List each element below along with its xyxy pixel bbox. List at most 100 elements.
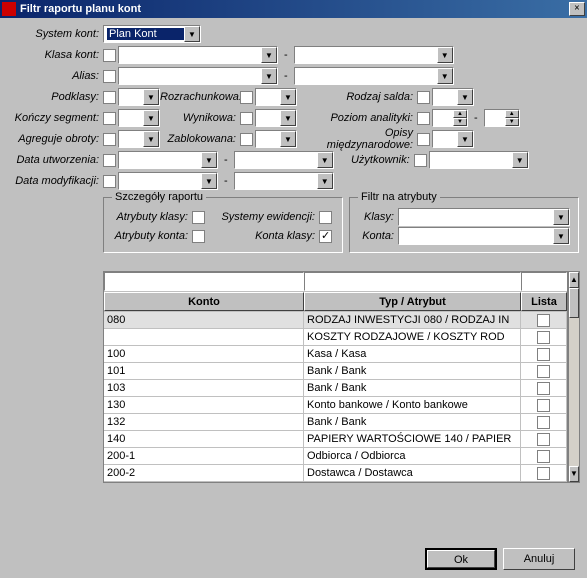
table-row[interactable]: 130Konto bankowe / Konto bankowe xyxy=(104,397,567,414)
chevron-down-icon[interactable] xyxy=(317,152,333,168)
klasa-kont-check[interactable] xyxy=(103,49,116,62)
table-row[interactable]: 100Kasa / Kasa xyxy=(104,346,567,363)
table-row[interactable]: 200-1Odbiorca / Odbiorca xyxy=(104,448,567,465)
atrybuty-konta-check[interactable] xyxy=(192,230,205,243)
chevron-down-icon[interactable] xyxy=(143,131,159,147)
alias-from[interactable] xyxy=(118,67,278,85)
konczy-segment-check[interactable] xyxy=(103,112,116,125)
wynikowa-check[interactable] xyxy=(240,112,253,125)
filter-lista-input[interactable] xyxy=(521,272,567,291)
filtr-konta-select[interactable] xyxy=(398,227,570,245)
filtr-klasy-select[interactable] xyxy=(398,208,570,226)
podklasy-select[interactable] xyxy=(118,88,160,106)
chevron-down-icon[interactable] xyxy=(184,26,200,42)
rozrachunkowa-select[interactable] xyxy=(255,88,297,106)
data-modyfikacji-from[interactable] xyxy=(118,172,218,190)
table-row[interactable]: 140PAPIERY WARTOŚCIOWE 140 / PAPIER xyxy=(104,431,567,448)
table-row[interactable]: 200-2Dostawca / Dostawca xyxy=(104,465,567,482)
rozrachunkowa-check[interactable] xyxy=(240,91,253,104)
lista-check[interactable] xyxy=(537,382,550,395)
chevron-down-icon[interactable] xyxy=(280,89,296,105)
header-lista[interactable]: Lista xyxy=(521,292,567,311)
data-modyfikacji-to[interactable] xyxy=(234,172,334,190)
header-konto[interactable]: Konto xyxy=(104,292,304,311)
atrybuty-klasy-check[interactable] xyxy=(192,211,205,224)
agreguje-obroty-select[interactable] xyxy=(118,130,160,148)
data-utworzenia-check[interactable] xyxy=(103,154,116,167)
filter-konto-input[interactable] xyxy=(104,272,304,291)
data-utworzenia-to[interactable] xyxy=(234,151,334,169)
chevron-down-icon[interactable] xyxy=(457,131,473,147)
chevron-down-icon[interactable] xyxy=(201,152,217,168)
chevron-down-icon[interactable] xyxy=(280,110,296,126)
spin-down-icon[interactable]: ▼ xyxy=(505,118,519,126)
chevron-down-icon[interactable] xyxy=(512,152,528,168)
lista-check[interactable] xyxy=(537,399,550,412)
data-utworzenia-from[interactable] xyxy=(118,151,218,169)
chevron-down-icon[interactable] xyxy=(201,173,217,189)
poziom-from-spin[interactable]: ▲▼ xyxy=(432,109,468,127)
cancel-button[interactable]: Anuluj xyxy=(503,548,575,570)
klasa-kont-from[interactable] xyxy=(118,46,278,64)
chevron-down-icon[interactable] xyxy=(437,68,453,84)
table-row[interactable]: 080RODZAJ INWESTYCJI 080 / RODZAJ IN xyxy=(104,312,567,329)
chevron-down-icon[interactable] xyxy=(261,68,277,84)
wynikowa-select[interactable] xyxy=(255,109,297,127)
systemy-ewidencji-check[interactable] xyxy=(319,211,332,224)
lista-check[interactable] xyxy=(537,314,550,327)
agreguje-obroty-check[interactable] xyxy=(103,133,116,146)
zablokowana-select[interactable] xyxy=(255,130,297,148)
label-systemy-ewidencji: Systemy ewidencji: xyxy=(219,211,319,223)
table-row[interactable]: KOSZTY RODZAJOWE / KOSZTY ROD xyxy=(104,329,567,346)
grid-scrollbar[interactable]: ▲ ▼ xyxy=(568,271,580,483)
uzytkownik-select[interactable] xyxy=(429,151,529,169)
ok-button[interactable]: Ok xyxy=(425,548,497,570)
rodzaj-salda-select[interactable] xyxy=(432,88,474,106)
lista-check[interactable] xyxy=(537,433,550,446)
chevron-down-icon[interactable] xyxy=(143,89,159,105)
filter-typ-input[interactable] xyxy=(304,272,521,291)
chevron-down-icon[interactable] xyxy=(280,131,296,147)
chevron-down-icon[interactable] xyxy=(457,89,473,105)
zablokowana-check[interactable] xyxy=(240,133,253,146)
chevron-down-icon[interactable] xyxy=(317,173,333,189)
chevron-down-icon[interactable] xyxy=(553,209,569,225)
lista-check[interactable] xyxy=(537,331,550,344)
close-button[interactable]: × xyxy=(569,2,585,16)
scroll-down-icon[interactable]: ▼ xyxy=(569,466,579,482)
table-row[interactable]: 103Bank / Bank xyxy=(104,380,567,397)
spin-down-icon[interactable]: ▼ xyxy=(453,118,467,126)
spin-up-icon[interactable]: ▲ xyxy=(505,110,519,118)
podklasy-check[interactable] xyxy=(103,91,116,104)
data-modyfikacji-check[interactable] xyxy=(103,175,116,188)
chevron-down-icon[interactable] xyxy=(143,110,159,126)
konczy-segment-select[interactable] xyxy=(118,109,160,127)
opisy-miedzynarodowe-select[interactable] xyxy=(432,130,474,148)
lista-check[interactable] xyxy=(537,348,550,361)
chevron-down-icon[interactable] xyxy=(553,228,569,244)
chevron-down-icon[interactable] xyxy=(437,47,453,63)
opisy-miedzynarodowe-check[interactable] xyxy=(417,133,430,146)
lista-check[interactable] xyxy=(537,450,550,463)
label-klasa-kont: Klasa kont: xyxy=(8,49,103,61)
poziom-analityki-check[interactable] xyxy=(417,112,430,125)
table-row[interactable]: 132Bank / Bank xyxy=(104,414,567,431)
uzytkownik-check[interactable] xyxy=(414,154,427,167)
lista-check[interactable] xyxy=(537,416,550,429)
filtr-atrybuty-group: Filtr na atrybuty Klasy: Konta: xyxy=(349,197,579,253)
scroll-up-icon[interactable]: ▲ xyxy=(569,272,579,288)
chevron-down-icon[interactable] xyxy=(261,47,277,63)
alias-check[interactable] xyxy=(103,70,116,83)
system-kont-select[interactable]: Plan Kont xyxy=(103,25,201,43)
lista-check[interactable] xyxy=(537,467,550,480)
klasa-kont-to[interactable] xyxy=(294,46,454,64)
konta-klasy-check[interactable] xyxy=(319,230,332,243)
lista-check[interactable] xyxy=(537,365,550,378)
header-typ[interactable]: Typ / Atrybut xyxy=(304,292,521,311)
poziom-to-spin[interactable]: ▲▼ xyxy=(484,109,520,127)
table-row[interactable]: 101Bank / Bank xyxy=(104,363,567,380)
alias-to[interactable] xyxy=(294,67,454,85)
scroll-thumb[interactable] xyxy=(569,288,579,318)
spin-up-icon[interactable]: ▲ xyxy=(453,110,467,118)
rodzaj-salda-check[interactable] xyxy=(417,91,430,104)
